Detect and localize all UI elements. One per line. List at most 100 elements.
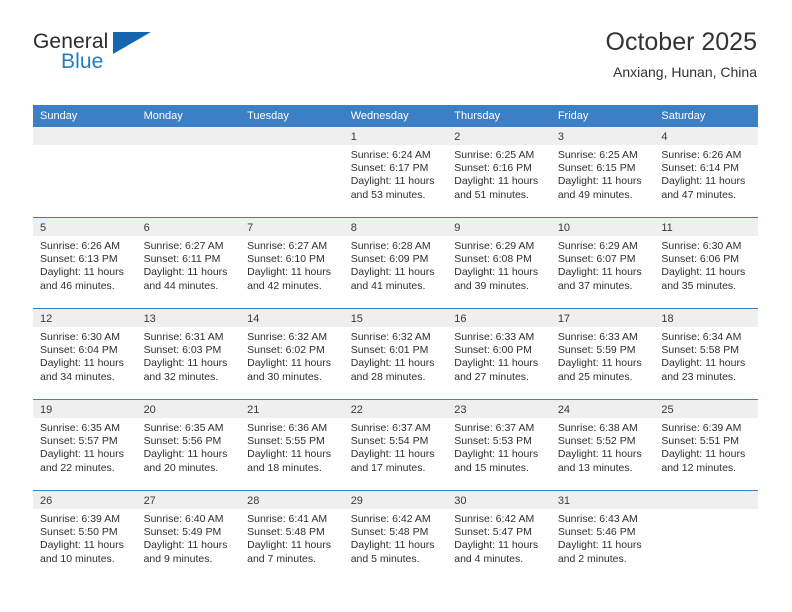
calendar-day-cell[interactable]: 12 Sunrise: 6:30 AM Sunset: 6:04 PM Dayligh… bbox=[33, 308, 137, 400]
day-info-sunrise: Sunrise: 6:40 AM bbox=[143, 513, 224, 525]
weekday-header-monday: Monday bbox=[136, 105, 241, 127]
day-info-daylight-line2: and 12 minutes. bbox=[661, 461, 737, 474]
calendar-day-cell[interactable]: 30 Sunrise: 6:42 AM Sunset: 5:47 PM Dayligh… bbox=[447, 490, 551, 581]
calendar-day-cell[interactable]: 9 Sunrise: 6:29 AM Sunset: 6:08 PM Daylight… bbox=[447, 217, 551, 309]
weekday-header-wednesday: Wednesday bbox=[343, 105, 448, 127]
calendar-day-cell-empty bbox=[136, 127, 241, 218]
day-number: 6 bbox=[136, 218, 241, 236]
day-info-sunset: Sunset: 6:09 PM bbox=[350, 253, 429, 266]
day-info-daylight-line2: and 25 minutes. bbox=[557, 370, 633, 383]
day-cell-content: 10 Sunrise: 6:29 AM Sunset: 6:07 PM Dayligh… bbox=[550, 218, 655, 308]
day-info-daylight-line2: and 47 minutes. bbox=[661, 188, 737, 201]
day-sun-info: Sunrise: 6:38 AM Sunset: 5:52 PM Daylight:… bbox=[551, 418, 655, 475]
day-sun-info: Sunrise: 6:36 AM Sunset: 5:55 PM Daylight:… bbox=[240, 418, 344, 475]
calendar-day-cell[interactable]: 8 Sunrise: 6:28 AM Sunset: 6:09 PM Daylight… bbox=[343, 217, 448, 309]
day-info-daylight-line1: Daylight: 11 hours bbox=[350, 357, 435, 370]
day-cell-content: 21 Sunrise: 6:36 AM Sunset: 5:55 PM Dayligh… bbox=[240, 400, 344, 490]
day-info-daylight-line1: Daylight: 11 hours bbox=[143, 357, 228, 370]
day-number: 19 bbox=[33, 400, 137, 418]
day-number: 27 bbox=[136, 491, 241, 509]
day-info-daylight-line1: Daylight: 11 hours bbox=[454, 357, 539, 370]
day-cell-content: 3 Sunrise: 6:25 AM Sunset: 6:15 PM Daylight… bbox=[550, 127, 655, 217]
day-sun-info: Sunrise: 6:32 AM Sunset: 6:02 PM Daylight:… bbox=[240, 327, 344, 384]
day-sun-info: Sunrise: 6:37 AM Sunset: 5:53 PM Daylight:… bbox=[447, 418, 551, 475]
day-number bbox=[240, 127, 344, 145]
day-cell-content: 7 Sunrise: 6:27 AM Sunset: 6:10 PM Daylight… bbox=[240, 218, 344, 308]
page-header: General Blue October 2025 Anxiang, Hunan… bbox=[33, 26, 757, 98]
day-number: 17 bbox=[550, 309, 655, 327]
day-info-sunrise: Sunrise: 6:30 AM bbox=[661, 240, 742, 252]
day-number: 2 bbox=[447, 127, 551, 145]
day-cell-content: 28 Sunrise: 6:41 AM Sunset: 5:48 PM Dayligh… bbox=[240, 491, 344, 581]
day-number: 15 bbox=[343, 309, 448, 327]
day-number: 22 bbox=[343, 400, 448, 418]
day-info-sunrise: Sunrise: 6:41 AM bbox=[247, 513, 328, 525]
calendar-day-cell[interactable]: 25 Sunrise: 6:39 AM Sunset: 5:51 PM Dayligh… bbox=[654, 399, 758, 491]
calendar-day-cell[interactable]: 20 Sunrise: 6:35 AM Sunset: 5:56 PM Dayligh… bbox=[136, 399, 241, 491]
calendar-day-cell[interactable]: 11 Sunrise: 6:30 AM Sunset: 6:06 PM Dayligh… bbox=[654, 217, 758, 309]
calendar-day-cell[interactable]: 5 Sunrise: 6:26 AM Sunset: 6:13 PM Daylight… bbox=[33, 217, 137, 309]
day-cell-content: 8 Sunrise: 6:28 AM Sunset: 6:09 PM Daylight… bbox=[343, 218, 448, 308]
day-number: 18 bbox=[654, 309, 758, 327]
day-info-sunset: Sunset: 6:11 PM bbox=[143, 253, 221, 266]
day-info-daylight-line1: Daylight: 11 hours bbox=[247, 448, 331, 461]
day-sun-info: Sunrise: 6:34 AM Sunset: 5:58 PM Daylight:… bbox=[654, 327, 758, 384]
calendar-day-cell[interactable]: 22 Sunrise: 6:37 AM Sunset: 5:54 PM Dayligh… bbox=[343, 399, 448, 491]
calendar-day-cell[interactable]: 19 Sunrise: 6:35 AM Sunset: 5:57 PM Dayligh… bbox=[33, 399, 137, 491]
calendar-day-cell[interactable]: 4 Sunrise: 6:26 AM Sunset: 6:14 PM Daylight… bbox=[654, 127, 758, 218]
day-info-daylight-line2: and 2 minutes. bbox=[557, 552, 627, 565]
calendar-day-cell[interactable]: 29 Sunrise: 6:42 AM Sunset: 5:48 PM Dayligh… bbox=[343, 490, 448, 581]
weekday-header-friday: Friday bbox=[550, 105, 655, 127]
day-info-sunset: Sunset: 6:00 PM bbox=[454, 344, 532, 357]
day-cell-content: 22 Sunrise: 6:37 AM Sunset: 5:54 PM Dayligh… bbox=[343, 400, 448, 490]
day-info-daylight-line1: Daylight: 11 hours bbox=[661, 448, 746, 461]
day-info-daylight-line1: Daylight: 11 hours bbox=[247, 357, 331, 370]
calendar-day-cell[interactable]: 15 Sunrise: 6:32 AM Sunset: 6:01 PM Dayligh… bbox=[343, 308, 448, 400]
day-info-sunrise: Sunrise: 6:27 AM bbox=[143, 240, 224, 252]
calendar-day-cell[interactable]: 18 Sunrise: 6:34 AM Sunset: 5:58 PM Dayligh… bbox=[654, 308, 758, 400]
calendar-day-cell[interactable]: 27 Sunrise: 6:40 AM Sunset: 5:49 PM Dayligh… bbox=[136, 490, 241, 581]
day-number: 30 bbox=[447, 491, 551, 509]
calendar-day-cell[interactable]: 10 Sunrise: 6:29 AM Sunset: 6:07 PM Dayligh… bbox=[550, 217, 655, 309]
day-info-sunset: Sunset: 6:06 PM bbox=[661, 253, 740, 266]
day-info-daylight-line2: and 18 minutes. bbox=[247, 461, 322, 474]
calendar-day-cell[interactable]: 24 Sunrise: 6:38 AM Sunset: 5:52 PM Dayligh… bbox=[550, 399, 655, 491]
day-info-daylight-line1: Daylight: 11 hours bbox=[143, 266, 228, 279]
day-info-sunrise: Sunrise: 6:42 AM bbox=[350, 513, 431, 525]
calendar-day-cell[interactable]: 31 Sunrise: 6:43 AM Sunset: 5:46 PM Dayligh… bbox=[550, 490, 655, 581]
day-info-sunset: Sunset: 5:50 PM bbox=[40, 526, 118, 539]
calendar-day-cell[interactable]: 6 Sunrise: 6:27 AM Sunset: 6:11 PM Daylight… bbox=[136, 217, 241, 309]
day-cell-content: 2 Sunrise: 6:25 AM Sunset: 6:16 PM Daylight… bbox=[447, 127, 551, 217]
general-blue-logo[interactable]: General Blue bbox=[33, 30, 233, 92]
day-cell-content: 6 Sunrise: 6:27 AM Sunset: 6:11 PM Daylight… bbox=[136, 218, 241, 308]
day-info-sunset: Sunset: 6:10 PM bbox=[247, 253, 325, 266]
day-info-daylight-line2: and 4 minutes. bbox=[454, 552, 524, 565]
day-info-daylight-line2: and 49 minutes. bbox=[557, 188, 633, 201]
day-info-sunrise: Sunrise: 6:39 AM bbox=[661, 422, 742, 434]
calendar-day-cell[interactable]: 21 Sunrise: 6:36 AM Sunset: 5:55 PM Dayligh… bbox=[240, 399, 344, 491]
day-info-daylight-line2: and 37 minutes. bbox=[557, 279, 633, 292]
day-info-sunrise: Sunrise: 6:28 AM bbox=[350, 240, 431, 252]
day-cell-content: 14 Sunrise: 6:32 AM Sunset: 6:02 PM Dayligh… bbox=[240, 309, 344, 399]
calendar-day-cell[interactable]: 17 Sunrise: 6:33 AM Sunset: 5:59 PM Dayligh… bbox=[550, 308, 655, 400]
calendar-day-cell[interactable]: 28 Sunrise: 6:41 AM Sunset: 5:48 PM Dayligh… bbox=[240, 490, 344, 581]
calendar-day-cell[interactable]: 1 Sunrise: 6:24 AM Sunset: 6:17 PM Daylight… bbox=[343, 127, 448, 218]
calendar-day-cell[interactable]: 16 Sunrise: 6:33 AM Sunset: 6:00 PM Dayligh… bbox=[447, 308, 551, 400]
day-sun-info: Sunrise: 6:29 AM Sunset: 6:07 PM Daylight:… bbox=[551, 236, 655, 293]
day-sun-info: Sunrise: 6:25 AM Sunset: 6:15 PM Daylight:… bbox=[551, 145, 655, 202]
day-info-daylight-line2: and 32 minutes. bbox=[143, 370, 219, 383]
day-info-sunrise: Sunrise: 6:33 AM bbox=[454, 331, 535, 343]
calendar-day-cell[interactable]: 7 Sunrise: 6:27 AM Sunset: 6:10 PM Daylight… bbox=[240, 217, 344, 309]
day-sun-info: Sunrise: 6:35 AM Sunset: 5:56 PM Daylight:… bbox=[137, 418, 241, 475]
day-number: 13 bbox=[136, 309, 241, 327]
day-info-daylight-line2: and 23 minutes. bbox=[661, 370, 737, 383]
calendar-day-cell[interactable]: 14 Sunrise: 6:32 AM Sunset: 6:02 PM Dayligh… bbox=[240, 308, 344, 400]
day-info-daylight-line2: and 27 minutes. bbox=[454, 370, 529, 383]
calendar-day-cell[interactable]: 23 Sunrise: 6:37 AM Sunset: 5:53 PM Dayligh… bbox=[447, 399, 551, 491]
calendar-day-cell[interactable]: 13 Sunrise: 6:31 AM Sunset: 6:03 PM Dayligh… bbox=[136, 308, 241, 400]
day-number: 28 bbox=[240, 491, 344, 509]
calendar-day-cell[interactable]: 2 Sunrise: 6:25 AM Sunset: 6:16 PM Daylight… bbox=[447, 127, 551, 218]
calendar-day-cell[interactable]: 26 Sunrise: 6:39 AM Sunset: 5:50 PM Dayligh… bbox=[33, 490, 137, 581]
day-info-daylight-line1: Daylight: 11 hours bbox=[454, 175, 539, 188]
calendar-day-cell[interactable]: 3 Sunrise: 6:25 AM Sunset: 6:15 PM Daylight… bbox=[550, 127, 655, 218]
